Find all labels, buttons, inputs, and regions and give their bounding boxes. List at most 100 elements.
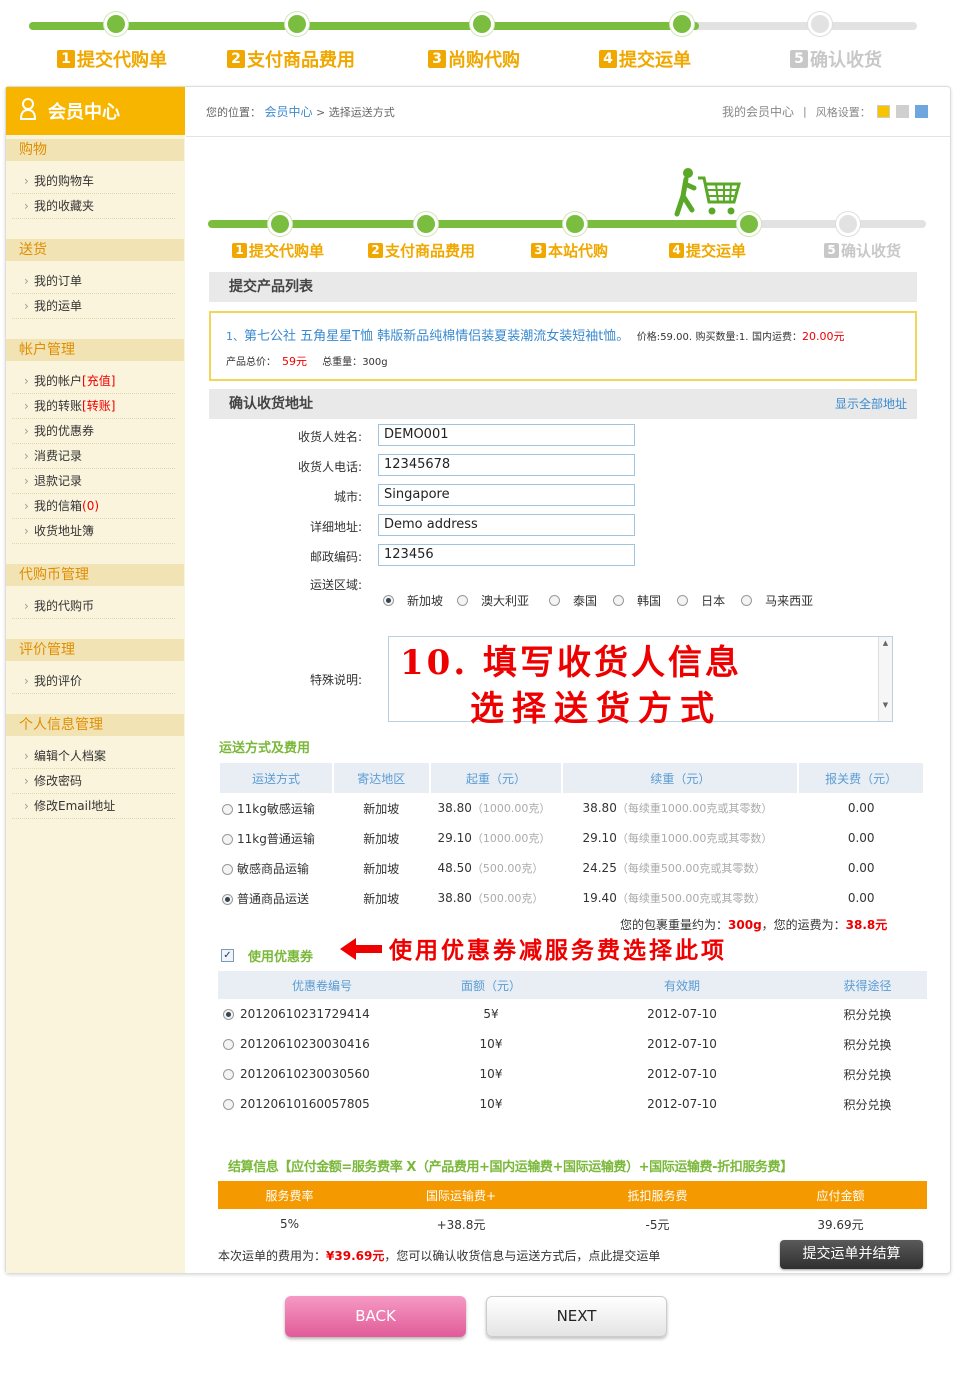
top-step-5: 5 确认收货 xyxy=(790,46,882,72)
shipping-row[interactable]: 11kg普通运输 新加坡 29.10（1000.00克） 29.10（每续重1000.… xyxy=(220,823,924,853)
coupon-radio[interactable] xyxy=(223,1099,234,1110)
back-button[interactable]: BACK xyxy=(285,1296,466,1337)
sidebar-item[interactable]: 我的运单 xyxy=(12,294,175,319)
next-button[interactable]: NEXT xyxy=(486,1296,667,1337)
show-all-address-link[interactable]: 显示全部地址 xyxy=(835,389,907,419)
inner-step-5: 5 确认收货 xyxy=(824,240,901,261)
coupon-row[interactable]: 20120610230030560 10¥ 2012-07-10 积分兑换 xyxy=(218,1059,927,1089)
sidebar-item[interactable]: 我的信箱(0) xyxy=(12,494,175,519)
inner-step-1: 1 提交代购单 xyxy=(232,240,324,261)
top-step-dot-2 xyxy=(285,12,309,36)
sidebar-item[interactable]: 我的订单 xyxy=(12,269,175,294)
breadcrumb-home[interactable]: 会员中心 xyxy=(265,105,313,119)
sidebar-item[interactable]: 我的收藏夹 xyxy=(12,194,175,219)
sidebar-item-tag[interactable]: [充值] xyxy=(82,374,115,388)
textarea-scrollbar[interactable]: ▲ ▼ xyxy=(878,637,892,721)
settlement-footer: 本次运单的费用为：¥39.69元，您可以确认收货信息与运送方式后，点此提交运单 xyxy=(218,1249,661,1263)
shipping-row[interactable]: 11kg敏感运输 新加坡 38.80（1000.00克） 38.80（每续重1000.… xyxy=(220,793,924,823)
shipping-radio[interactable] xyxy=(222,833,233,845)
region-option[interactable]: 日本 xyxy=(677,592,725,609)
address-field-label: 收货人姓名: xyxy=(297,430,362,444)
top-step-dot-1 xyxy=(104,12,128,36)
coupon-radio[interactable] xyxy=(223,1039,234,1050)
sidebar-item[interactable]: 我的代购币 xyxy=(12,594,175,619)
submit-waybill-button[interactable]: 提交运单并结算 xyxy=(780,1240,923,1269)
sidebar-item-tag[interactable]: (0) xyxy=(82,499,99,513)
top-step-dot-4 xyxy=(670,12,694,36)
region-radio[interactable] xyxy=(457,595,469,606)
top-step-1: 1 提交代购单 xyxy=(57,46,167,72)
region-radio[interactable] xyxy=(677,595,689,606)
shopping-cart-icon xyxy=(672,166,744,225)
style-swatch-gray[interactable] xyxy=(895,105,909,118)
region-option[interactable]: 新加坡 xyxy=(383,592,443,609)
style-swatch-yellow[interactable] xyxy=(876,105,890,118)
region-option[interactable]: 泰国 xyxy=(549,592,597,609)
address-field-input[interactable]: 123456 xyxy=(378,544,635,566)
coupon-row[interactable]: 20120610230030416 10¥ 2012-07-10 积分兑换 xyxy=(218,1029,927,1059)
coupon-radio[interactable] xyxy=(223,1009,234,1020)
sidebar-group-items: 我的代购币 xyxy=(6,586,185,619)
sidebar-item[interactable]: 我的帐户[充值] xyxy=(12,369,175,394)
region-radio[interactable] xyxy=(741,595,753,606)
product-name-link[interactable]: 第七公社 五角星星T恤 韩版新品纯棉情侣装夏装潮流女装短袖t恤。 xyxy=(244,329,629,344)
coupon-radio[interactable] xyxy=(223,1069,234,1080)
products-section-header: 提交产品列表 xyxy=(209,272,917,302)
shipping-row[interactable]: 敏感商品运输 新加坡 48.50（500.00克） 24.25（每续重500.00克或… xyxy=(220,853,924,883)
header-divider xyxy=(186,136,950,137)
coupon-header: 面额（元） xyxy=(426,971,556,999)
inner-step-dot-2 xyxy=(414,212,438,236)
shipping-row[interactable]: 普通商品运送 新加坡 38.80（500.00克） 19.40（每续重500.00克或… xyxy=(220,883,924,913)
product-line-2: 产品总价： 59元 总重量：300g xyxy=(226,355,388,368)
sidebar-category: 帐户管理 xyxy=(6,339,184,361)
sidebar-group-items: 编辑个人档案修改密码修改Email地址 xyxy=(6,736,185,819)
inner-step-dot-4 xyxy=(737,212,761,236)
sidebar-item[interactable]: 消费记录 xyxy=(12,444,175,469)
top-step-dot-3 xyxy=(470,12,494,36)
region-option[interactable]: 马来西亚 xyxy=(741,592,813,609)
sidebar-item[interactable]: 我的转账[转账] xyxy=(12,394,175,419)
sidebar-item[interactable]: 我的购物车 xyxy=(12,169,175,194)
arrow-left-icon xyxy=(338,936,384,965)
sidebar-item[interactable]: 修改Email地址 xyxy=(12,794,175,819)
sidebar-category: 评价管理 xyxy=(6,639,184,661)
region-option[interactable]: 韩国 xyxy=(613,592,661,609)
coupon-header: 优惠卷编号 xyxy=(218,971,426,999)
region-radio[interactable] xyxy=(383,595,394,606)
sidebar: 会员中心 购物我的购物车我的收藏夹送货我的订单我的运单帐户管理我的帐户[充值]我… xyxy=(6,87,185,1273)
sidebar-category: 个人信息管理 xyxy=(6,714,184,736)
shipping-radio[interactable] xyxy=(222,893,233,905)
sidebar-item[interactable]: 编辑个人档案 xyxy=(12,744,175,769)
sidebar-item[interactable]: 退款记录 xyxy=(12,469,175,494)
coupon-row[interactable]: 20120610160057805 10¥ 2012-07-10 积分兑换 xyxy=(218,1089,927,1119)
style-swatch-blue[interactable] xyxy=(914,105,928,118)
coupon-row[interactable]: 2012061023172941​4 5¥ 2012-07-10 积分兑换 xyxy=(218,999,927,1029)
sidebar-item[interactable]: 我的优惠券 xyxy=(12,419,175,444)
coupon-header: 获得途径 xyxy=(808,971,927,999)
shipping-header: 运送方式 xyxy=(220,763,334,793)
inner-step-3: 3 本站代购 xyxy=(531,240,608,261)
sidebar-category: 代购币管理 xyxy=(6,564,184,586)
address-section-header: 确认收货地址 显示全部地址 xyxy=(209,389,917,419)
inner-step-dot-3 xyxy=(563,212,587,236)
address-field-input[interactable]: Singapore xyxy=(378,484,635,506)
shipping-radio[interactable] xyxy=(222,863,233,875)
sidebar-item[interactable]: 收货地址簿 xyxy=(12,519,175,544)
my-member-link[interactable]: 我的会员中心 xyxy=(722,103,794,120)
region-option[interactable]: 澳大利亚 xyxy=(457,592,529,609)
annotation-step-10: 10. 填写收货人信息 选择送货方式 xyxy=(400,643,742,729)
address-field-input[interactable]: Demo address xyxy=(378,514,635,536)
shipping-table: 运送方式 寄达地区 起重（元） 续重（元） 报关费（元） 11kg敏感运输 新加坡 38.8… xyxy=(220,763,925,913)
use-coupon-checkbox[interactable]: ✓ xyxy=(221,949,234,962)
shipping-radio[interactable] xyxy=(222,803,233,815)
address-field-input[interactable]: DEMO001 xyxy=(378,424,635,446)
sidebar-item[interactable]: 修改密码 xyxy=(12,769,175,794)
address-field-input[interactable]: 12345678 xyxy=(378,454,635,476)
region-radio[interactable] xyxy=(549,595,561,606)
sidebar-item-tag[interactable]: [转账] xyxy=(82,399,115,413)
settlement-value: +38.8元 xyxy=(436,1217,486,1232)
inner-step-dot-5 xyxy=(836,212,860,236)
region-radio[interactable] xyxy=(613,595,625,606)
sidebar-item[interactable]: 我的评价 xyxy=(12,669,175,694)
use-coupon-row[interactable]: ✓ 使用优惠券 xyxy=(221,946,313,965)
